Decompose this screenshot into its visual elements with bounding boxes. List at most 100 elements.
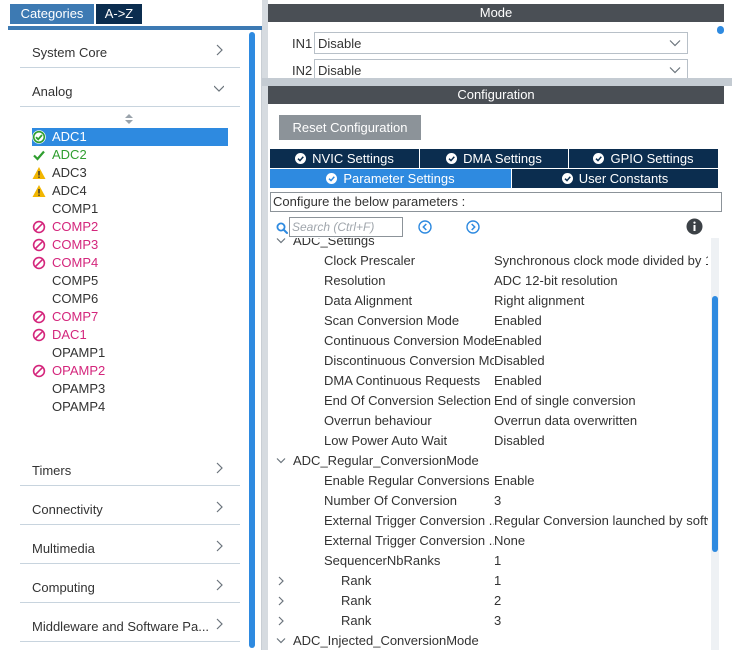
parameter-value[interactable]: ADC 12-bit resolution bbox=[494, 271, 708, 291]
tree-parameter[interactable]: Scan Conversion Mode Enabled bbox=[268, 311, 710, 331]
parameter-value[interactable]: 3 bbox=[494, 611, 708, 631]
chevron-down-icon[interactable] bbox=[276, 238, 286, 246]
tab-parameter-settings[interactable]: Parameter Settings bbox=[270, 169, 512, 188]
parameter-name: Continuous Conversion Mode bbox=[324, 333, 494, 348]
category-system-core[interactable]: System Core bbox=[20, 32, 240, 68]
chevron-right-icon bbox=[216, 44, 223, 56]
parameter-value[interactable]: 2 bbox=[494, 591, 708, 611]
parameter-value[interactable]: Disabled bbox=[494, 351, 708, 371]
tree-group[interactable]: ADC_Regular_ConversionMode bbox=[268, 451, 710, 471]
mode-scrollbar-thumb[interactable] bbox=[717, 26, 724, 34]
tree-parameter[interactable]: End Of Conversion Selection End of single… bbox=[268, 391, 710, 411]
tree-parameter[interactable]: Number Of Conversion 3 bbox=[268, 491, 710, 511]
tree-parameter[interactable]: Low Power Auto Wait Disabled bbox=[268, 431, 710, 451]
tab-gpio-settings[interactable]: GPIO Settings bbox=[569, 149, 719, 168]
tree-subitem[interactable]: Rank 3 bbox=[268, 611, 710, 631]
category-multimedia[interactable]: Multimedia bbox=[20, 528, 240, 564]
peripheral-comp6[interactable]: COMP6 bbox=[32, 290, 228, 308]
tab-dma-settings[interactable]: DMA Settings bbox=[420, 149, 569, 168]
mode-select-value: Disable bbox=[318, 36, 362, 51]
parameter-value[interactable]: Synchronous clock mode divided by 1 bbox=[494, 251, 708, 271]
mode-header: Mode bbox=[268, 4, 724, 22]
peripheral-comp2[interactable]: COMP2 bbox=[32, 218, 228, 236]
peripheral-comp1[interactable]: COMP1 bbox=[32, 200, 228, 218]
tree-group[interactable]: ADC_Settings bbox=[268, 238, 710, 251]
chevron-right-icon[interactable] bbox=[276, 576, 286, 586]
peripheral-adc3[interactable]: ADC3 bbox=[32, 164, 228, 182]
parameter-value[interactable]: Disabled bbox=[494, 431, 708, 451]
parameter-value[interactable]: Enabled bbox=[494, 311, 708, 331]
tab-a-z[interactable]: A->Z bbox=[96, 4, 142, 24]
parameter-name: Data Alignment bbox=[324, 293, 413, 308]
blocked-icon bbox=[32, 364, 46, 378]
parameter-value[interactable]: Right alignment bbox=[494, 291, 708, 311]
chevron-down-icon[interactable] bbox=[276, 456, 286, 466]
category-label: Multimedia bbox=[32, 541, 95, 556]
chevron-right-icon[interactable] bbox=[276, 616, 286, 626]
peripheral-adc2[interactable]: ADC2 bbox=[32, 146, 228, 164]
tree-subitem[interactable]: Rank 1 bbox=[268, 571, 710, 591]
parameter-value[interactable]: End of single conversion bbox=[494, 391, 708, 411]
parameter-value[interactable]: Enable bbox=[494, 471, 708, 491]
parameter-value[interactable]: Overrun data overwritten bbox=[494, 411, 708, 431]
tree-parameter[interactable]: Resolution ADC 12-bit resolution bbox=[268, 271, 710, 291]
tree-parameter[interactable]: External Trigger Conversion ... None bbox=[268, 531, 710, 551]
search-next-icon[interactable] bbox=[466, 220, 480, 234]
tree-parameter[interactable]: Enable Regular Conversions Enable bbox=[268, 471, 710, 491]
blocked-icon bbox=[32, 328, 46, 342]
parameter-name: SequencerNbRanks bbox=[324, 553, 441, 568]
chevron-down-icon[interactable] bbox=[276, 636, 286, 646]
peripheral-comp4[interactable]: COMP4 bbox=[32, 254, 228, 272]
category-timers[interactable]: Timers bbox=[20, 450, 240, 486]
parameter-value[interactable]: 1 bbox=[494, 551, 708, 571]
tree-parameter[interactable]: Overrun behaviour Overrun data overwritte… bbox=[268, 411, 710, 431]
peripheral-adc1[interactable]: ADC1 bbox=[32, 128, 228, 146]
tree-subitem[interactable]: Rank 2 bbox=[268, 591, 710, 611]
info-icon[interactable] bbox=[686, 218, 703, 235]
peripheral-label: COMP7 bbox=[52, 309, 99, 324]
parameter-value[interactable]: Enabled bbox=[494, 371, 708, 391]
parameter-value[interactable]: 1 bbox=[494, 571, 708, 591]
tree-parameter[interactable]: DMA Continuous Requests Enabled bbox=[268, 371, 710, 391]
peripheral-opamp1[interactable]: OPAMP1 bbox=[32, 344, 228, 362]
peripheral-comp5[interactable]: COMP5 bbox=[32, 272, 228, 290]
tab-label: Parameter Settings bbox=[343, 171, 455, 186]
mode-select-in1[interactable]: Disable bbox=[314, 32, 688, 54]
peripheral-opamp4[interactable]: OPAMP4 bbox=[32, 398, 228, 416]
parameter-name: Enable Regular Conversions bbox=[324, 473, 490, 488]
category-label: Analog bbox=[32, 84, 73, 99]
tree-parameter[interactable]: Continuous Conversion Mode Enabled bbox=[268, 331, 710, 351]
peripheral-opamp2[interactable]: OPAMP2 bbox=[32, 362, 228, 380]
peripheral-adc4[interactable]: ADC4 bbox=[32, 182, 228, 200]
category-computing[interactable]: Computing bbox=[20, 567, 240, 603]
tab-nvic-settings[interactable]: NVIC Settings bbox=[270, 149, 420, 168]
parameter-scrollbar-thumb[interactable] bbox=[712, 296, 718, 552]
tab-categories[interactable]: Categories bbox=[10, 4, 94, 24]
parameter-value[interactable]: Regular Conversion launched by softw... bbox=[494, 511, 708, 531]
tree-parameter[interactable]: SequencerNbRanks 1 bbox=[268, 551, 710, 571]
left-scrollbar-thumb[interactable] bbox=[249, 32, 255, 648]
reset-configuration-button[interactable]: Reset Configuration bbox=[279, 115, 421, 140]
search-previous-icon[interactable] bbox=[418, 220, 432, 234]
tree-parameter[interactable]: Clock Prescaler Synchronous clock mode di… bbox=[268, 251, 710, 271]
category-middleware-and-software-pa[interactable]: Middleware and Software Pa... bbox=[20, 606, 240, 642]
panel-splitter[interactable] bbox=[262, 78, 732, 86]
peripheral-opamp3[interactable]: OPAMP3 bbox=[32, 380, 228, 398]
tab-user-constants[interactable]: User Constants bbox=[512, 169, 719, 188]
category-connectivity[interactable]: Connectivity bbox=[20, 489, 240, 525]
category-label: Computing bbox=[32, 580, 95, 595]
peripheral-comp3[interactable]: COMP3 bbox=[32, 236, 228, 254]
tree-group[interactable]: ADC_Injected_ConversionMode bbox=[268, 631, 710, 650]
sort-updown-icon[interactable] bbox=[125, 114, 133, 124]
peripheral-comp7[interactable]: COMP7 bbox=[32, 308, 228, 326]
tree-parameter[interactable]: Discontinuous Conversion Mo... Disabled bbox=[268, 351, 710, 371]
parameter-value[interactable]: Enabled bbox=[494, 331, 708, 351]
parameter-value[interactable]: None bbox=[494, 531, 708, 551]
peripheral-dac1[interactable]: DAC1 bbox=[32, 326, 228, 344]
tree-parameter[interactable]: External Trigger Conversion ... Regular C… bbox=[268, 511, 710, 531]
search-input[interactable] bbox=[289, 217, 403, 237]
category-analog[interactable]: Analog bbox=[20, 71, 240, 107]
tree-parameter[interactable]: Data Alignment Right alignment bbox=[268, 291, 710, 311]
chevron-right-icon[interactable] bbox=[276, 596, 286, 606]
parameter-value[interactable]: 3 bbox=[494, 491, 708, 511]
